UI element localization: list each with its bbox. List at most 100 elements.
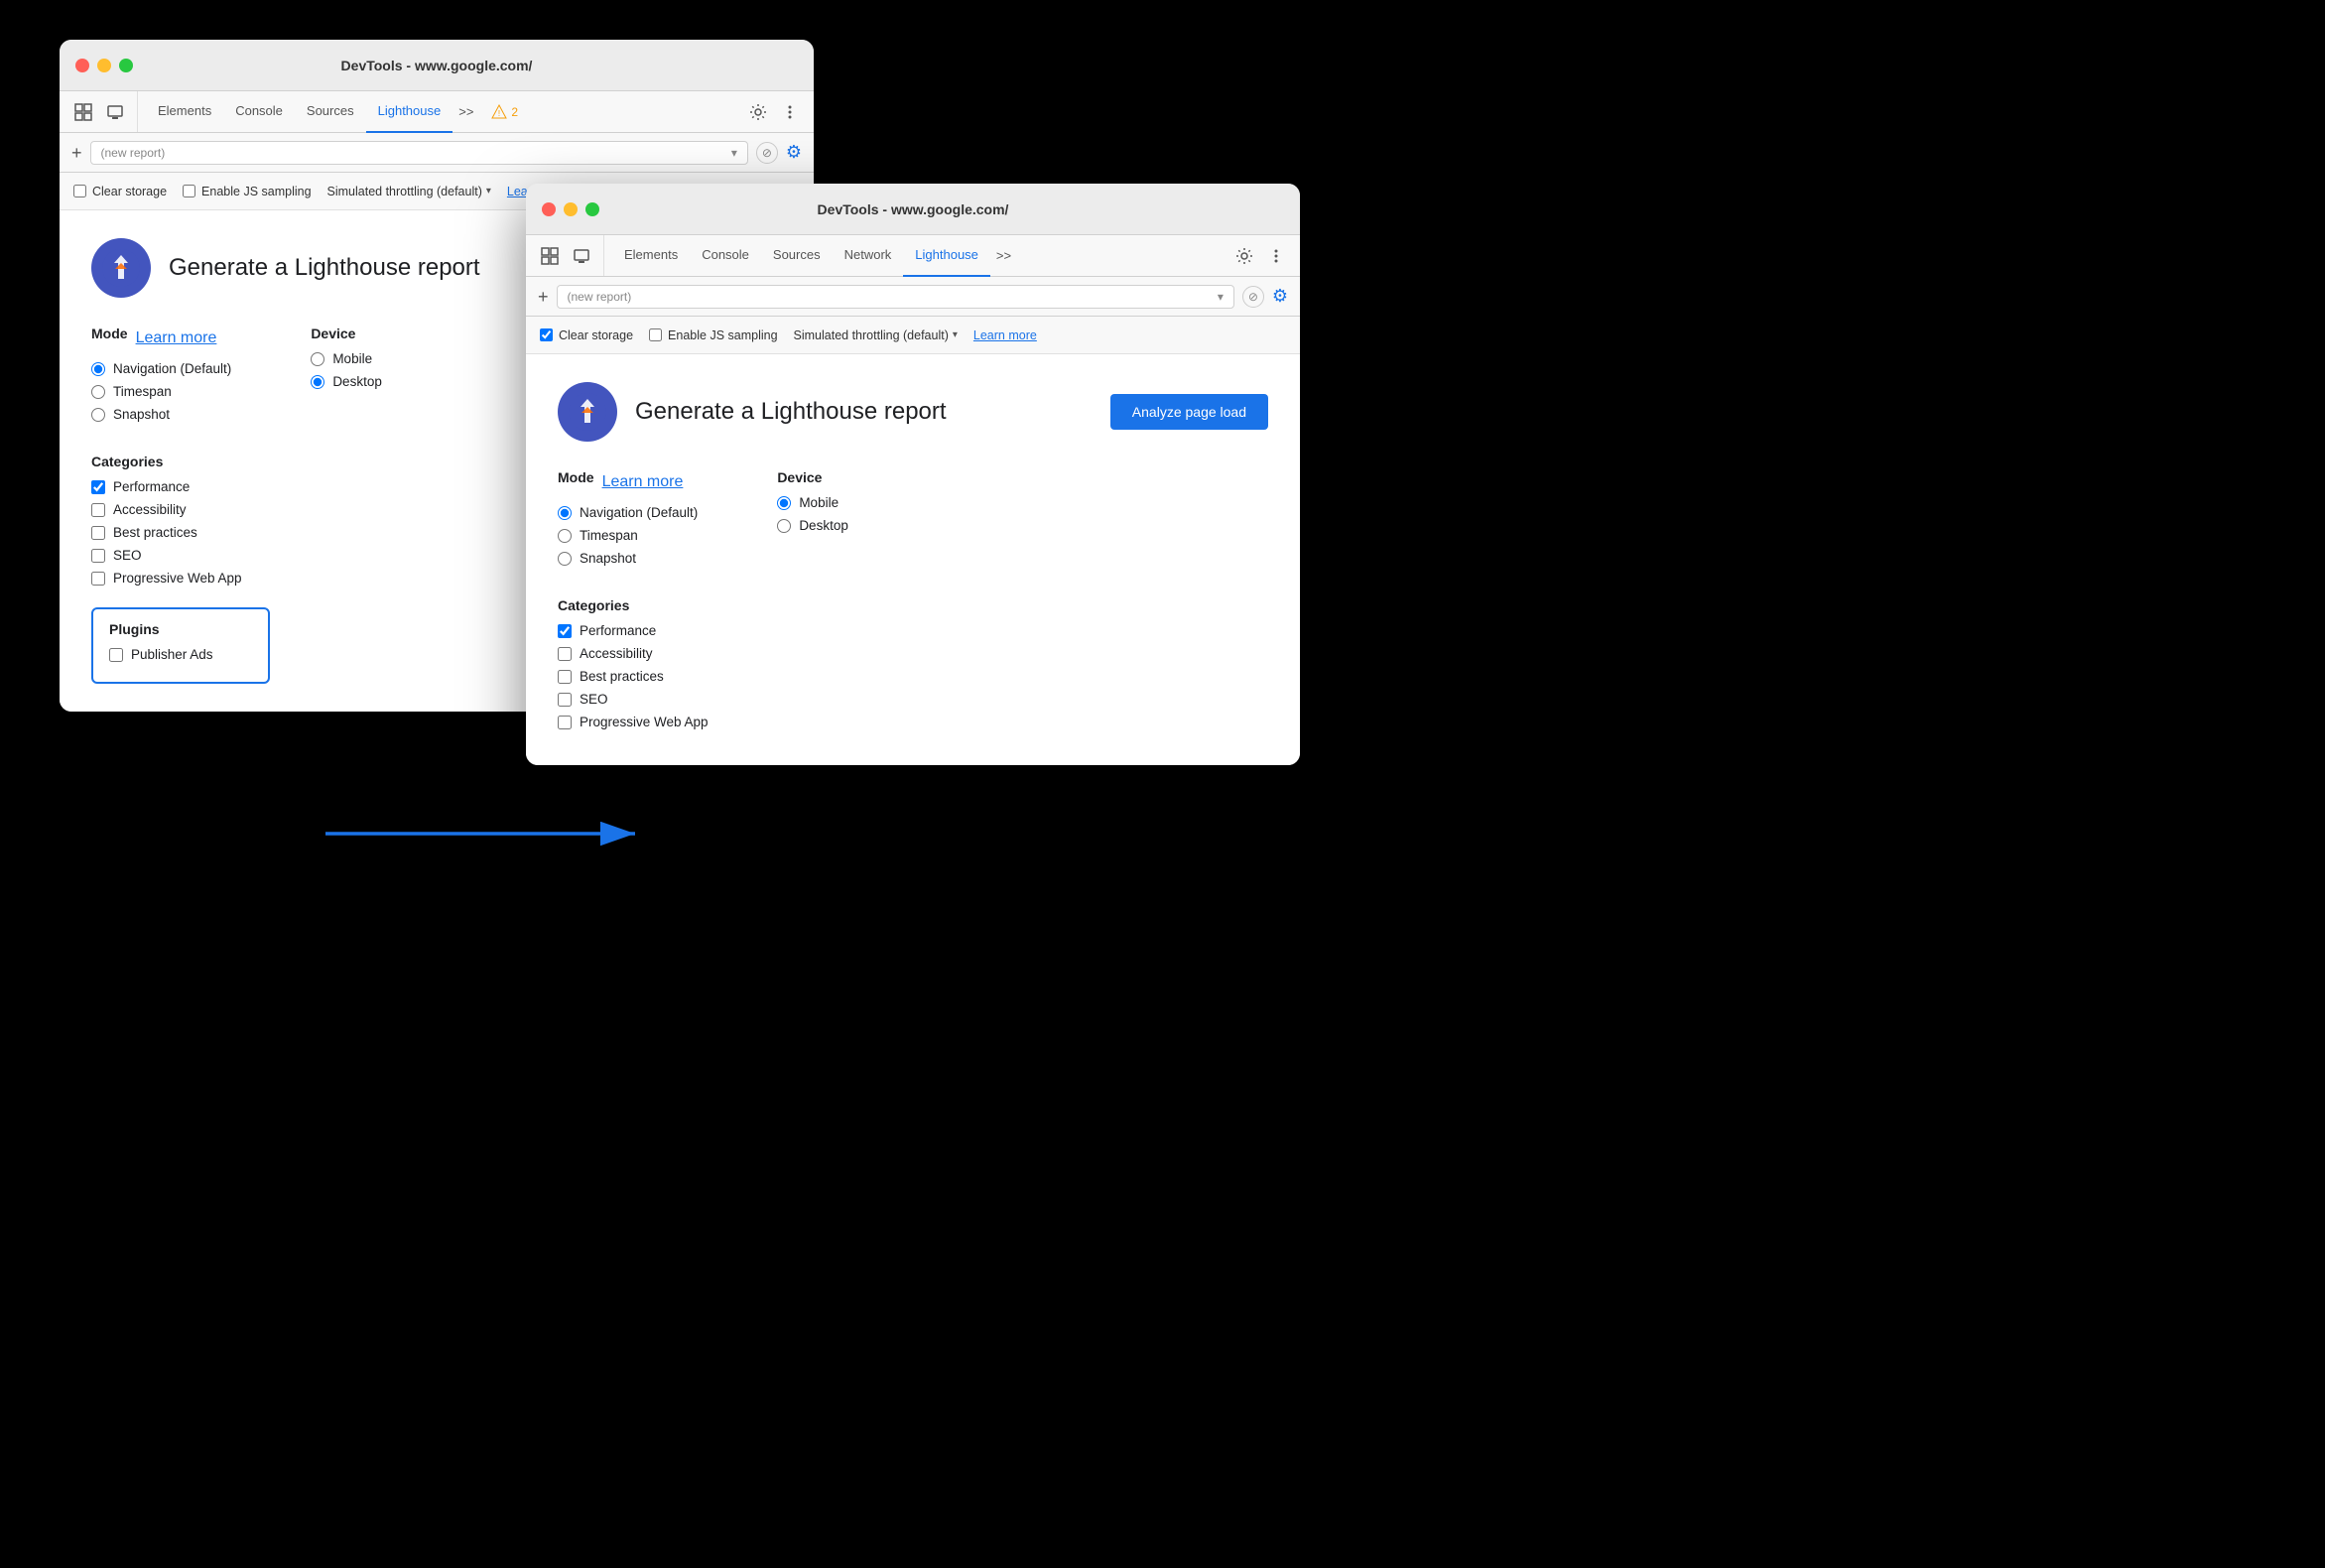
address-bar-front: + (new report) ▾ ⊘ ⚙ [526,277,1300,317]
learn-more-link-front[interactable]: Learn more [973,328,1037,342]
settings-icon-front[interactable] [1230,242,1258,270]
mode-learn-more-front[interactable]: Learn more [602,473,684,491]
toolbar-right-back [744,98,804,126]
mode-timespan-front[interactable]: Timespan [558,528,698,543]
maximize-button-front[interactable] [585,202,599,216]
throttling-dropdown-back[interactable]: Simulated throttling (default) ▾ [327,185,491,198]
svg-text:!: ! [498,109,500,118]
report-placeholder-front: (new report) [568,290,632,304]
more-options-icon-back[interactable] [776,98,804,126]
device-section-back: Device Mobile Desktop [311,326,382,430]
cat-seo-front[interactable]: SEO [558,692,1268,707]
categories-section-front: Categories Performance Accessibility Bes… [558,597,1268,729]
device-toggle-icon-back[interactable] [101,98,129,126]
tab-bar-front: Elements Console Sources Network Lightho… [526,235,1300,277]
cat-pwa-front[interactable]: Progressive Web App [558,715,1268,729]
tab-sources-front[interactable]: Sources [761,235,833,277]
analyze-button-front[interactable]: Analyze page load [1110,394,1268,430]
toolbar-divider-front [603,235,604,276]
tab-more-front[interactable]: >> [990,248,1017,263]
tab-elements-front[interactable]: Elements [612,235,690,277]
tab-elements-back[interactable]: Elements [146,91,223,133]
cat-best-practices-front[interactable]: Best practices [558,669,1268,684]
add-report-icon-back[interactable]: + [71,144,82,162]
report-input-back[interactable]: (new report) ▾ [90,141,748,165]
gear-icon-back[interactable]: ⚙ [786,142,802,163]
main-content-front: Generate a Lighthouse report Analyze pag… [526,354,1300,765]
report-title-back: Generate a Lighthouse report [169,254,480,282]
window-controls-back [75,59,133,72]
mode-header-back: Mode Learn more [91,326,231,351]
mode-navigation-back[interactable]: Navigation (Default) [91,361,231,376]
more-options-icon-front[interactable] [1262,242,1290,270]
device-section-front: Device Mobile Desktop [777,469,848,574]
minimize-button-front[interactable] [564,202,578,216]
clear-storage-checkbox-front[interactable] [540,328,553,341]
tab-bar-back: Elements Console Sources Lighthouse >> !… [60,91,814,133]
clear-storage-checkbox-back[interactable] [73,185,86,197]
tab-more-back[interactable]: >> [452,104,479,119]
mode-navigation-front[interactable]: Navigation (Default) [558,505,698,520]
minimize-button-back[interactable] [97,59,111,72]
tab-console-front[interactable]: Console [690,235,761,277]
lighthouse-logo-front [558,382,617,442]
clear-storage-label-front[interactable]: Clear storage [540,328,633,342]
lighthouse-logo-back [91,238,151,298]
close-button-front[interactable] [542,202,556,216]
device-mobile-back[interactable]: Mobile [311,351,382,366]
address-bar-back: + (new report) ▾ ⊘ ⚙ [60,133,814,173]
window-title-front: DevTools - www.google.com/ [818,201,1009,217]
mode-header-front: Mode Learn more [558,469,698,495]
report-input-front[interactable]: (new report) ▾ [557,285,1234,309]
report-header-front: Generate a Lighthouse report Analyze pag… [558,382,1268,442]
warning-badge-back[interactable]: ! 2 [483,104,526,120]
plugin-publisher-ads-back[interactable]: Publisher Ads [109,647,252,662]
inspect-icon-front[interactable] [536,242,564,270]
enable-js-label-back[interactable]: Enable JS sampling [183,185,311,198]
clear-storage-label-back[interactable]: Clear storage [73,185,167,198]
device-mobile-front[interactable]: Mobile [777,495,848,510]
throttling-arrow-front: ▾ [953,329,958,340]
tab-console-back[interactable]: Console [223,91,295,133]
cancel-icon-front[interactable]: ⊘ [1242,286,1264,308]
mode-section-front: Mode Learn more Navigation (Default) Tim… [558,469,698,574]
tabs-back: Elements Console Sources Lighthouse >> [146,91,479,133]
device-desktop-front[interactable]: Desktop [777,518,848,533]
cat-accessibility-front[interactable]: Accessibility [558,646,1268,661]
cat-performance-front[interactable]: Performance [558,623,1268,638]
tabs-front: Elements Console Sources Network Lightho… [612,235,1017,277]
tab-sources-back[interactable]: Sources [295,91,366,133]
gear-icon-front[interactable]: ⚙ [1272,286,1288,307]
devtools-window-front: DevTools - www.google.com/ Elements Cons… [526,184,1300,765]
enable-js-checkbox-front[interactable] [649,328,662,341]
inspect-icon-back[interactable] [69,98,97,126]
maximize-button-back[interactable] [119,59,133,72]
cancel-icon-back[interactable]: ⊘ [756,142,778,164]
form-row-front: Mode Learn more Navigation (Default) Tim… [558,469,1268,574]
throttling-arrow-back: ▾ [486,186,491,196]
options-bar-front: Clear storage Enable JS sampling Simulat… [526,317,1300,354]
report-placeholder-back: (new report) [101,146,166,160]
enable-js-checkbox-back[interactable] [183,185,195,197]
dropdown-icon-front: ▾ [1218,290,1224,304]
warning-count-back: 2 [511,105,518,119]
tab-lighthouse-front[interactable]: Lighthouse [903,235,990,277]
window-title-back: DevTools - www.google.com/ [341,58,533,73]
tab-network-front[interactable]: Network [833,235,904,277]
device-toggle-icon-front[interactable] [568,242,595,270]
throttling-dropdown-front[interactable]: Simulated throttling (default) ▾ [794,328,958,342]
toolbar-right-front [1230,242,1290,270]
mode-snapshot-front[interactable]: Snapshot [558,551,698,566]
close-button-back[interactable] [75,59,89,72]
add-report-icon-front[interactable]: + [538,288,549,306]
settings-icon-back[interactable] [744,98,772,126]
device-desktop-back[interactable]: Desktop [311,374,382,389]
mode-snapshot-back[interactable]: Snapshot [91,407,231,422]
mode-learn-more-back[interactable]: Learn more [136,329,217,347]
title-bar-back: DevTools - www.google.com/ [60,40,814,91]
mode-section-back: Mode Learn more Navigation (Default) Tim… [91,326,231,430]
mode-timespan-back[interactable]: Timespan [91,384,231,399]
plugins-section-back: Plugins Publisher Ads [91,607,270,684]
enable-js-label-front[interactable]: Enable JS sampling [649,328,777,342]
tab-lighthouse-back[interactable]: Lighthouse [366,91,453,133]
